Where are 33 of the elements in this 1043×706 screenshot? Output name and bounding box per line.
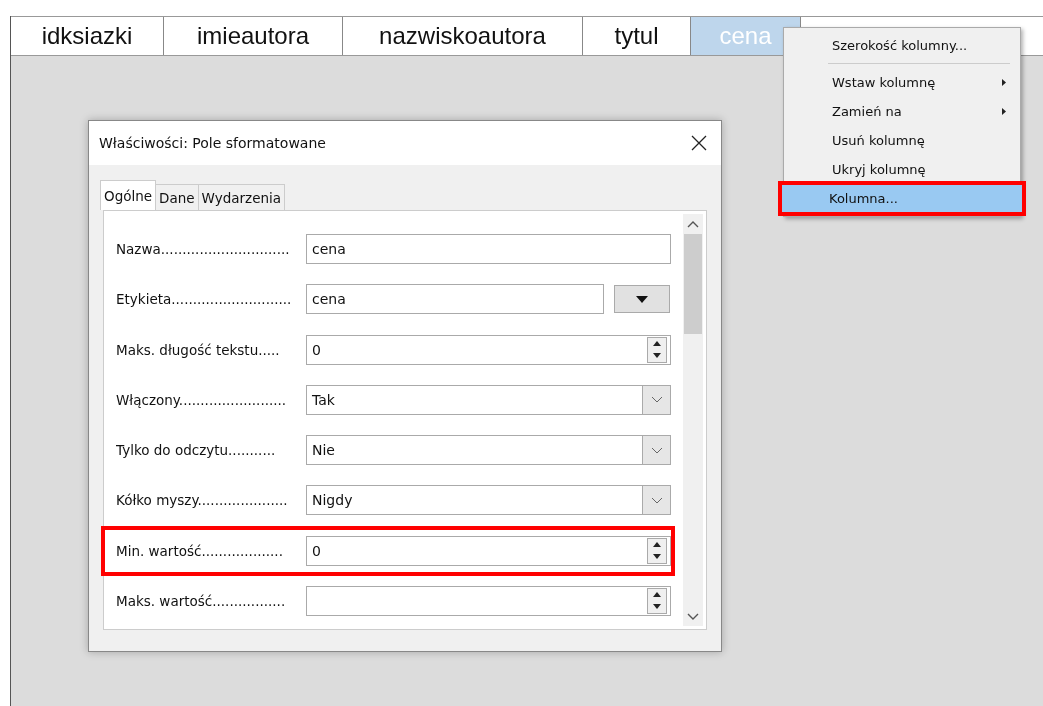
menu-item[interactable]: Wstaw kolumnę bbox=[784, 68, 1020, 97]
spin-field[interactable]: 0 bbox=[306, 334, 671, 365]
submenu-arrow-icon bbox=[1002, 79, 1006, 86]
spin-field[interactable] bbox=[306, 585, 671, 616]
dialog-title: Właściwości: Pole sformatowane bbox=[99, 135, 326, 151]
property-label: Min. wartość................... bbox=[116, 542, 284, 559]
dropdown-button[interactable] bbox=[614, 285, 670, 314]
spin-buttons-icon[interactable] bbox=[647, 537, 667, 564]
menu-item[interactable]: Zamień na bbox=[784, 97, 1020, 126]
menu-item[interactable]: Usuń kolumnę bbox=[784, 126, 1020, 155]
spin-buttons-icon[interactable] bbox=[647, 336, 667, 363]
scrollbar[interactable] bbox=[683, 214, 703, 626]
submenu-arrow-icon bbox=[1002, 108, 1006, 115]
property-label: Etykieta............................ bbox=[116, 291, 293, 308]
property-label: Nazwa.............................. bbox=[116, 241, 291, 258]
spin-field[interactable]: 0 bbox=[306, 535, 671, 566]
property-label: Maks. długość tekstu..... bbox=[116, 341, 281, 358]
dropdown-field[interactable]: Tak bbox=[306, 384, 671, 415]
property-label: Maks. wartość................. bbox=[116, 592, 287, 609]
dropdown-field[interactable]: Nigdy bbox=[306, 485, 671, 516]
triangle-down-icon bbox=[636, 295, 648, 303]
text-field[interactable]: cena bbox=[306, 284, 604, 315]
property-label: Kółko myszy..................... bbox=[116, 492, 289, 509]
property-label: Włączony......................... bbox=[116, 391, 288, 408]
text-field[interactable]: cena bbox=[306, 234, 671, 265]
menu-item[interactable]: Kolumna... bbox=[781, 184, 1023, 213]
tab[interactable]: Wydarzenia bbox=[197, 184, 286, 210]
dropdown-field[interactable]: Nie bbox=[306, 435, 671, 466]
scroll-thumb[interactable] bbox=[684, 234, 702, 334]
property-label: Tylko do odczytu........... bbox=[116, 442, 277, 459]
spin-buttons-icon[interactable] bbox=[647, 587, 667, 614]
menu-item[interactable]: Ukryj kolumnę bbox=[784, 155, 1020, 184]
tab[interactable]: Ogólne bbox=[100, 180, 157, 210]
